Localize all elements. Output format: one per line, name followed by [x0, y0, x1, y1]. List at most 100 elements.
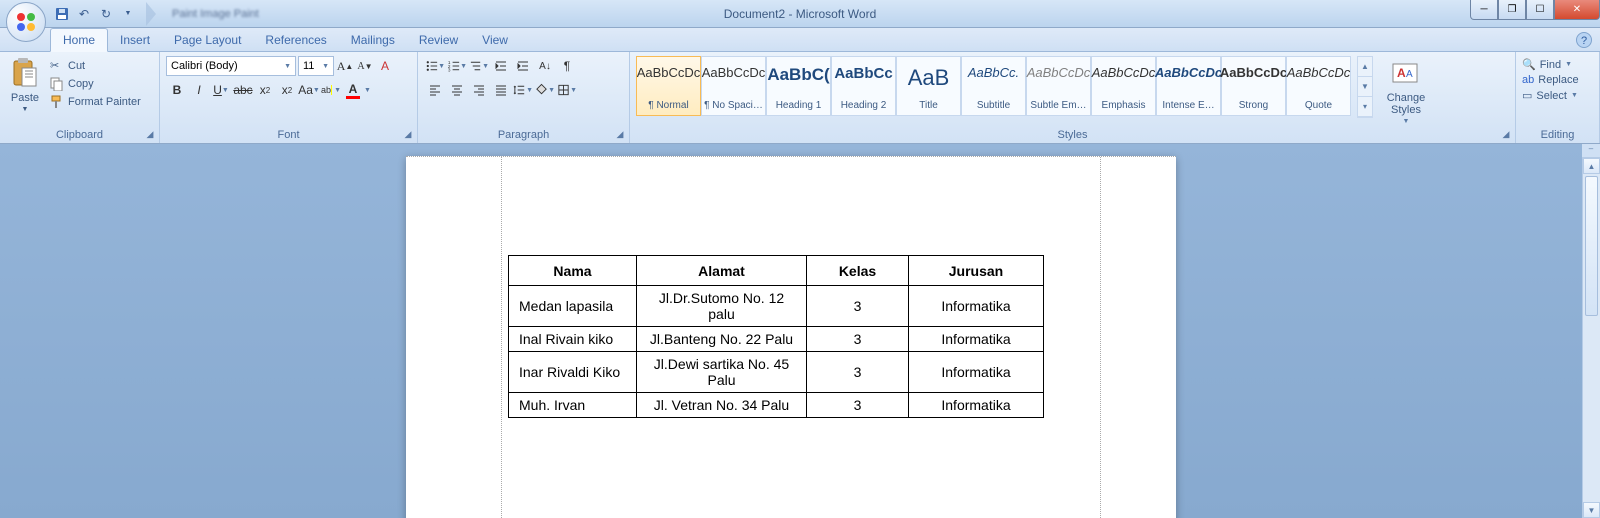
qat-dropdown-icon[interactable]: ▼	[120, 6, 136, 22]
chevron-down-icon[interactable]: ▼	[364, 87, 371, 94]
paragraph-dialog-launcher[interactable]: ◢	[613, 127, 627, 141]
clear-formatting-button[interactable]: A	[376, 56, 394, 76]
office-button[interactable]	[6, 2, 46, 42]
font-color-button[interactable]: A	[342, 80, 364, 100]
style--no-spaci-[interactable]: AaBbCcDc¶ No Spaci…	[701, 56, 766, 116]
shrink-font-button[interactable]: A▼	[356, 56, 374, 76]
document-area[interactable]: NamaAlamatKelasJurusan Medan lapasilaJl.…	[0, 144, 1582, 518]
tab-insert[interactable]: Insert	[108, 29, 162, 51]
shading-button[interactable]: ▼	[534, 80, 556, 100]
style-strong[interactable]: AaBbCcDcStrong	[1221, 56, 1286, 116]
help-icon[interactable]: ?	[1576, 32, 1592, 48]
tab-references[interactable]: References	[253, 29, 338, 51]
style-subtle-em-[interactable]: AaBbCcDcSubtle Em…	[1026, 56, 1091, 116]
select-button[interactable]: ▭Select▼	[1522, 89, 1579, 102]
tab-page-layout[interactable]: Page Layout	[162, 29, 253, 51]
justify-button[interactable]	[490, 80, 512, 100]
sort-button[interactable]: A↓	[534, 56, 556, 76]
style-title[interactable]: AaBTitle	[896, 56, 961, 116]
styles-expand[interactable]: ▾	[1358, 97, 1372, 117]
scroll-down-button[interactable]: ▼	[1583, 502, 1600, 518]
restore-button[interactable]: ❐	[1498, 0, 1526, 20]
subscript-button[interactable]: x2	[254, 80, 276, 100]
table-cell[interactable]: Jl.Dewi sartika No. 45 Palu	[637, 352, 807, 393]
table-row[interactable]: Inal Rivain kikoJl.Banteng No. 22 Palu3I…	[509, 327, 1044, 352]
strikethrough-button[interactable]: abc	[232, 80, 254, 100]
table-row[interactable]: Inar Rivaldi KikoJl.Dewi sartika No. 45 …	[509, 352, 1044, 393]
table-cell[interactable]: Inar Rivaldi Kiko	[509, 352, 637, 393]
tab-review[interactable]: Review	[407, 29, 470, 51]
change-styles-button[interactable]: AA Change Styles ▼	[1381, 56, 1431, 125]
align-right-button[interactable]	[468, 80, 490, 100]
save-icon[interactable]	[54, 6, 70, 22]
document-table[interactable]: NamaAlamatKelasJurusan Medan lapasilaJl.…	[508, 255, 1044, 418]
numbering-button[interactable]: 123▼	[446, 56, 468, 76]
style-emphasis[interactable]: AaBbCcDcEmphasis	[1091, 56, 1156, 116]
table-header[interactable]: Alamat	[637, 256, 807, 286]
table-cell[interactable]: Medan lapasila	[509, 286, 637, 327]
table-cell[interactable]: Jl.Banteng No. 22 Palu	[637, 327, 807, 352]
table-cell[interactable]: Informatika	[909, 286, 1044, 327]
italic-button[interactable]: I	[188, 80, 210, 100]
bold-button[interactable]: B	[166, 80, 188, 100]
style-quote[interactable]: AaBbCcDcQuote	[1286, 56, 1351, 116]
table-cell[interactable]: Informatika	[909, 393, 1044, 418]
underline-button[interactable]: U▼	[210, 80, 232, 100]
cut-button[interactable]: ✂Cut	[48, 58, 143, 74]
styles-scroll-down[interactable]: ▼	[1358, 77, 1372, 97]
table-row[interactable]: Muh. IrvanJl. Vetran No. 34 Palu3Informa…	[509, 393, 1044, 418]
font-size-combo[interactable]: 11▼	[298, 56, 334, 76]
tab-view[interactable]: View	[470, 29, 520, 51]
table-header[interactable]: Kelas	[807, 256, 909, 286]
table-header[interactable]: Nama	[509, 256, 637, 286]
maximize-button[interactable]: ☐	[1526, 0, 1554, 20]
bullets-button[interactable]: ▼	[424, 56, 446, 76]
font-name-combo[interactable]: Calibri (Body)▼	[166, 56, 296, 76]
minimize-button[interactable]: ─	[1470, 0, 1498, 20]
table-header[interactable]: Jurusan	[909, 256, 1044, 286]
copy-button[interactable]: Copy	[48, 76, 143, 92]
decrease-indent-button[interactable]	[490, 56, 512, 76]
tab-home[interactable]: Home	[50, 28, 108, 52]
undo-icon[interactable]: ↶	[76, 6, 92, 22]
align-left-button[interactable]	[424, 80, 446, 100]
format-painter-button[interactable]: Format Painter	[48, 94, 143, 110]
styles-gallery[interactable]: AaBbCcDc¶ NormalAaBbCcDc¶ No Spaci…AaBbC…	[636, 56, 1351, 126]
align-center-button[interactable]	[446, 80, 468, 100]
page[interactable]: NamaAlamatKelasJurusan Medan lapasilaJl.…	[406, 156, 1176, 518]
scroll-thumb[interactable]	[1585, 176, 1598, 316]
table-cell[interactable]: Jl.Dr.Sutomo No. 12 palu	[637, 286, 807, 327]
table-cell[interactable]: Inal Rivain kiko	[509, 327, 637, 352]
table-cell[interactable]: 3	[807, 352, 909, 393]
styles-dialog-launcher[interactable]: ◢	[1499, 127, 1513, 141]
show-marks-button[interactable]: ¶	[556, 56, 578, 76]
split-handle[interactable]: –	[1582, 144, 1600, 158]
tab-mailings[interactable]: Mailings	[339, 29, 407, 51]
table-row[interactable]: Medan lapasilaJl.Dr.Sutomo No. 12 palu3I…	[509, 286, 1044, 327]
vertical-scrollbar[interactable]: – ▲ ▼	[1582, 144, 1600, 518]
style-heading-2[interactable]: AaBbCcHeading 2	[831, 56, 896, 116]
table-cell[interactable]: 3	[807, 327, 909, 352]
redo-icon[interactable]: ↻	[98, 6, 114, 22]
style-heading-1[interactable]: AaBbC(Heading 1	[766, 56, 831, 116]
multilevel-list-button[interactable]: ▼	[468, 56, 490, 76]
paste-button[interactable]: Paste ▼	[6, 56, 44, 113]
font-dialog-launcher[interactable]: ◢	[401, 127, 415, 141]
borders-button[interactable]: ▼	[556, 80, 578, 100]
table-cell[interactable]: Informatika	[909, 327, 1044, 352]
clipboard-dialog-launcher[interactable]: ◢	[143, 127, 157, 141]
find-button[interactable]: 🔍Find▼	[1522, 58, 1579, 71]
increase-indent-button[interactable]	[512, 56, 534, 76]
style-intense-e-[interactable]: AaBbCcDcIntense E…	[1156, 56, 1221, 116]
style-subtitle[interactable]: AaBbCc.Subtitle	[961, 56, 1026, 116]
line-spacing-button[interactable]: ▼	[512, 80, 534, 100]
highlight-button[interactable]: ab▼	[320, 80, 342, 100]
replace-button[interactable]: abReplace	[1522, 74, 1579, 86]
scroll-up-button[interactable]: ▲	[1583, 158, 1600, 174]
table-cell[interactable]: 3	[807, 286, 909, 327]
close-button[interactable]: ✕	[1554, 0, 1600, 20]
change-case-button[interactable]: Aa▼	[298, 80, 320, 100]
table-cell[interactable]: Informatika	[909, 352, 1044, 393]
styles-scroll-up[interactable]: ▲	[1358, 57, 1372, 77]
grow-font-button[interactable]: A▲	[336, 56, 354, 76]
